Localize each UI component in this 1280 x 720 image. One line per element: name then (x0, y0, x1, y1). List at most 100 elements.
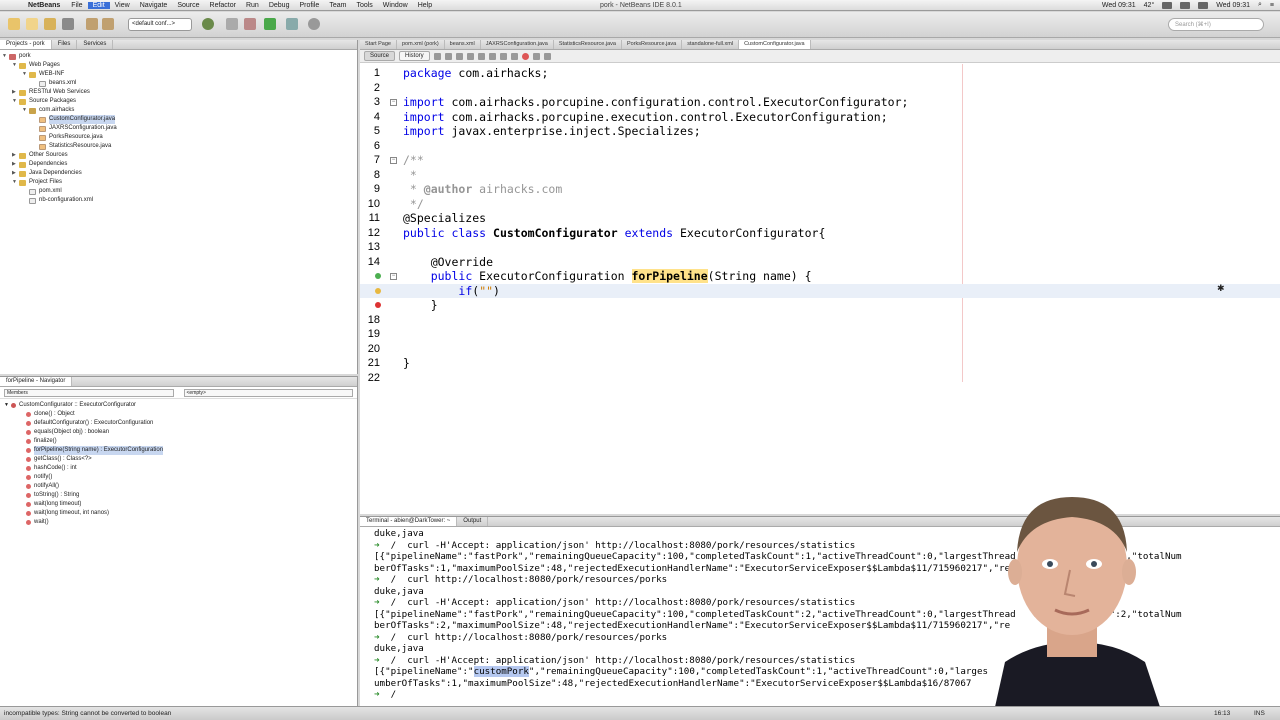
code-line[interactable]: public ExecutorConfiguration forPipeline… (360, 269, 1280, 284)
expand-toggle-icon[interactable]: ▼ (2, 52, 9, 61)
expand-toggle-icon[interactable]: ▶ (12, 160, 19, 169)
undo-icon[interactable] (86, 18, 98, 30)
menu-file[interactable]: File (66, 2, 87, 9)
code-line[interactable]: 19 (360, 327, 1280, 342)
tree-item[interactable]: pom.xml (2, 187, 357, 196)
navigator-member[interactable]: clone() : Object (26, 410, 353, 419)
tree-item[interactable]: ▶ RESTful Web Services (2, 88, 357, 97)
menu-source[interactable]: Source (172, 2, 204, 9)
code-line[interactable]: 18 (360, 313, 1280, 328)
clock-left[interactable]: Wed 09:31 (1102, 2, 1136, 9)
expand-toggle-icon[interactable]: ▼ (22, 70, 29, 79)
editor-tab[interactable]: Start Page (360, 40, 397, 49)
expand-toggle-icon[interactable]: ▼ (12, 61, 19, 70)
tree-item[interactable]: beans.xml (2, 79, 357, 88)
navigator-member[interactable]: wait() (26, 518, 353, 527)
code-line[interactable]: 21 } (360, 356, 1280, 371)
search-input[interactable]: Search (⌘+I) (1168, 18, 1264, 31)
tree-item[interactable]: ▼ Web Pages (2, 61, 357, 70)
new-project-icon[interactable] (8, 18, 20, 30)
uncomment-icon[interactable] (543, 52, 551, 60)
toggle-highlight-icon[interactable] (488, 52, 496, 60)
tree-item[interactable]: CustomConfigurator.java (2, 115, 357, 124)
redo-icon[interactable] (102, 18, 114, 30)
menu-navigate[interactable]: Navigate (135, 2, 173, 9)
tree-item[interactable]: JAXRSConfiguration.java (2, 124, 357, 133)
next-occurrence-icon[interactable] (477, 52, 485, 60)
debug-icon[interactable] (286, 18, 298, 30)
clean-build-icon[interactable] (244, 18, 256, 30)
tab-output[interactable]: Output (457, 517, 489, 526)
spotlight-icon[interactable]: ⌕ (1258, 1, 1262, 9)
menu-team[interactable]: Team (324, 2, 351, 9)
code-line[interactable]: 10 */ (360, 197, 1280, 212)
stop-macro-icon[interactable] (521, 52, 529, 60)
editor-tab[interactable]: PorksResource.java (622, 40, 683, 49)
tab-projects[interactable]: Projects - pork (0, 40, 52, 49)
navigator-member[interactable]: hashCode() : int (26, 464, 353, 473)
empty-select[interactable]: <empty> (183, 389, 353, 397)
expand-toggle-icon[interactable]: ▶ (12, 88, 19, 97)
members-select[interactable]: Members (4, 389, 174, 397)
tree-item[interactable]: ▶ Dependencies (2, 160, 357, 169)
history-button[interactable]: History (399, 51, 430, 61)
save-all-icon[interactable] (62, 18, 74, 30)
back-icon[interactable] (433, 52, 441, 60)
override-marker-icon[interactable] (375, 273, 381, 279)
menu-view[interactable]: View (110, 2, 135, 9)
error-marker-icon[interactable] (375, 302, 381, 308)
fold-toggle-icon[interactable]: − (390, 99, 397, 106)
tree-item[interactable]: ▶ Java Dependencies (2, 169, 357, 178)
code-line[interactable]: 12 public class CustomConfigurator exten… (360, 226, 1280, 241)
code-line[interactable]: 11 @Specializes (360, 211, 1280, 226)
tree-item[interactable]: ▶ Other Sources (2, 151, 357, 160)
shift-left-icon[interactable] (499, 52, 507, 60)
list-icon[interactable]: ≡ (1270, 2, 1274, 9)
build-icon[interactable] (226, 18, 238, 30)
tree-item[interactable]: ▼ Source Packages (2, 97, 357, 106)
tree-item[interactable]: ▼ WEB-INF (2, 70, 357, 79)
tree-item[interactable]: ▼ pork (2, 52, 357, 61)
dropbox-icon[interactable] (1162, 1, 1173, 9)
tree-item[interactable]: nb-configuration.xml (2, 196, 357, 205)
navigator-member[interactable]: forPipeline(String name) : ExecutorConfi… (26, 446, 353, 455)
editor-tab[interactable]: JAXRSConfiguration.java (481, 40, 554, 49)
menu-refactor[interactable]: Refactor (205, 2, 241, 9)
code-line[interactable]: 8 * (360, 168, 1280, 183)
menu-debug[interactable]: Debug (264, 2, 295, 9)
editor-tab[interactable]: standalone-full.xml (682, 40, 740, 49)
code-line[interactable]: 20 (360, 342, 1280, 357)
code-line[interactable]: 5 import javax.enterprise.inject.Special… (360, 124, 1280, 139)
shift-right-icon[interactable] (510, 52, 518, 60)
tab-services[interactable]: Services (77, 40, 114, 49)
menu-help[interactable]: Help (413, 2, 437, 9)
code-line[interactable]: 14 @Override (360, 255, 1280, 270)
fold-toggle-icon[interactable]: − (390, 273, 397, 280)
run-icon[interactable] (264, 18, 276, 30)
navigator-member[interactable]: finalize() (26, 437, 353, 446)
navigator-member[interactable]: defaultConfigurator() : ExecutorConfigur… (26, 419, 353, 428)
new-file-icon[interactable] (26, 18, 38, 30)
battery-icon[interactable] (1198, 1, 1209, 9)
menu-window[interactable]: Window (378, 2, 413, 9)
expand-toggle-icon[interactable]: ▼ (12, 97, 19, 106)
config-select[interactable]: <default conf...> (128, 18, 192, 31)
code-line[interactable]: 3 import com.airhacks.porcupine.configur… (360, 95, 1280, 110)
code-line[interactable]: 9 * @author airhacks.com (360, 182, 1280, 197)
expand-toggle-icon[interactable]: ▼ (12, 178, 19, 187)
expand-toggle-icon[interactable]: ▶ (12, 169, 19, 178)
browser-icon[interactable] (202, 18, 214, 30)
navigator-root[interactable]: ▼ CustomConfigurator :: ExecutorConfigur… (4, 401, 353, 410)
menu-tools[interactable]: Tools (351, 2, 377, 9)
open-project-icon[interactable] (44, 18, 56, 30)
forward-icon[interactable] (444, 52, 452, 60)
current-code-line[interactable]: if("") (360, 283, 1280, 298)
wifi-icon[interactable] (1180, 1, 1191, 9)
tab-navigator[interactable]: forPipeline - Navigator (0, 377, 73, 386)
navigator-member[interactable]: getClass() : Class<?> (26, 455, 353, 464)
expand-icon[interactable]: ▼ (4, 401, 11, 410)
source-button[interactable]: Source (364, 51, 396, 61)
tree-item[interactable]: PorksResource.java (2, 133, 357, 142)
editor-tab[interactable]: CustomConfigurator.java (739, 40, 811, 49)
editor-tab[interactable]: StatisticsResource.java (554, 40, 622, 49)
